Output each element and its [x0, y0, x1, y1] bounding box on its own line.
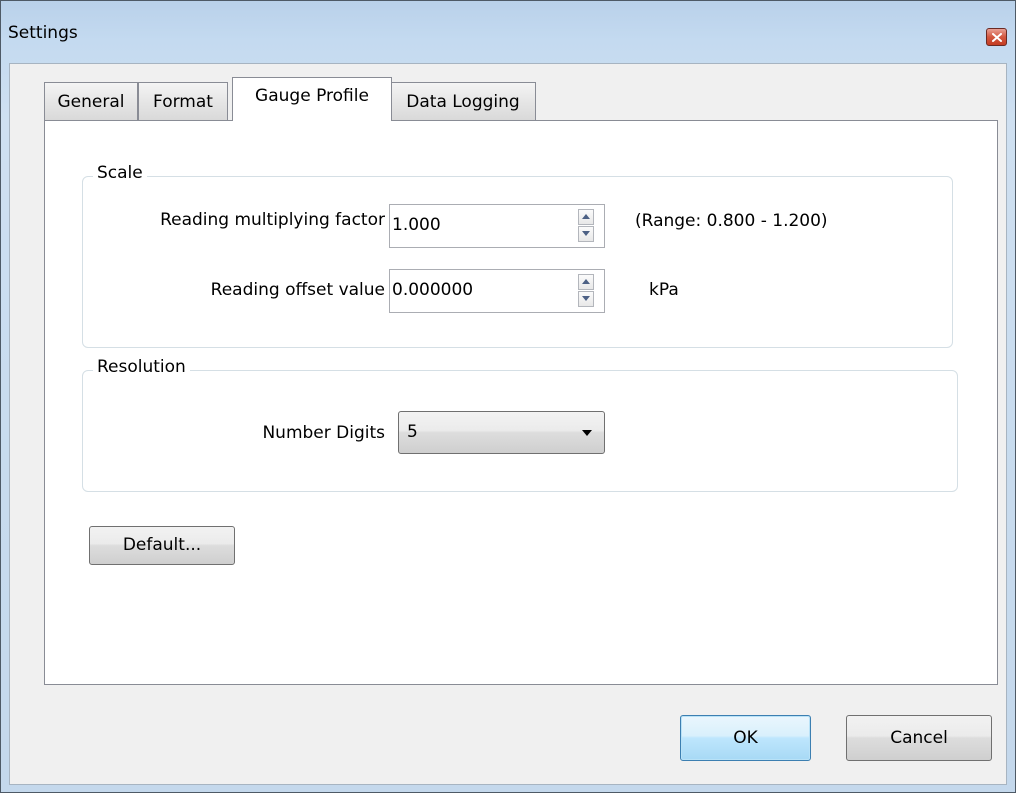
dialog-client-area: General Format Gauge Profile Data Loggin…: [9, 63, 1007, 785]
default-button[interactable]: Default...: [89, 526, 235, 565]
arrow-up-icon: [582, 279, 590, 284]
chevron-down-icon: [582, 430, 592, 436]
tab-gauge-profile[interactable]: Gauge Profile: [232, 77, 392, 121]
tab-label: Data Logging: [406, 92, 520, 112]
offset-value-label: Reading offset value: [210, 280, 385, 300]
scale-groupbox: [82, 176, 953, 348]
arrow-down-icon: [582, 231, 590, 236]
ok-button-label: OK: [733, 728, 758, 748]
settings-window: Settings General Format Gauge Profile Da…: [0, 0, 1016, 793]
spin-up-button[interactable]: [578, 274, 594, 290]
tab-label: Gauge Profile: [255, 86, 369, 106]
multiplying-factor-spinbox: [389, 204, 605, 248]
offset-unit-label: kPa: [649, 280, 679, 300]
multiplying-factor-range-hint: (Range: 0.800 - 1.200): [635, 211, 828, 231]
default-button-label: Default...: [122, 535, 202, 555]
number-digits-combobox[interactable]: 5: [398, 411, 605, 454]
tab-data-logging[interactable]: Data Logging: [390, 82, 536, 120]
cancel-button-label: Cancel: [890, 728, 948, 748]
spin-down-button[interactable]: [578, 226, 594, 242]
cancel-button[interactable]: Cancel: [846, 715, 992, 761]
arrow-up-icon: [582, 214, 590, 219]
multiplying-factor-input[interactable]: [392, 211, 562, 239]
title-bar[interactable]: Settings: [1, 1, 1015, 61]
number-digits-label: Number Digits: [262, 423, 385, 443]
tab-panel-gauge-profile: Scale Reading multiplying factor (Range:…: [44, 120, 998, 685]
window-title: Settings: [8, 23, 78, 43]
close-button[interactable]: [986, 28, 1007, 46]
close-icon: [992, 33, 1002, 42]
ok-button[interactable]: OK: [680, 715, 811, 761]
spin-up-button[interactable]: [578, 209, 594, 225]
tab-format[interactable]: Format: [138, 82, 228, 120]
spin-down-button[interactable]: [578, 291, 594, 307]
tab-general[interactable]: General: [44, 82, 138, 120]
tab-label: Format: [153, 92, 213, 112]
multiplying-factor-spin-buttons: [578, 209, 594, 243]
offset-value-input[interactable]: [392, 276, 562, 304]
scale-legend: Scale: [93, 163, 147, 183]
tab-label: General: [57, 92, 125, 112]
resolution-legend: Resolution: [93, 357, 190, 377]
arrow-down-icon: [582, 296, 590, 301]
offset-value-spin-buttons: [578, 274, 594, 308]
multiplying-factor-label: Reading multiplying factor: [160, 210, 385, 230]
offset-value-spinbox: [389, 269, 605, 313]
number-digits-selected-value: 5: [407, 422, 418, 442]
